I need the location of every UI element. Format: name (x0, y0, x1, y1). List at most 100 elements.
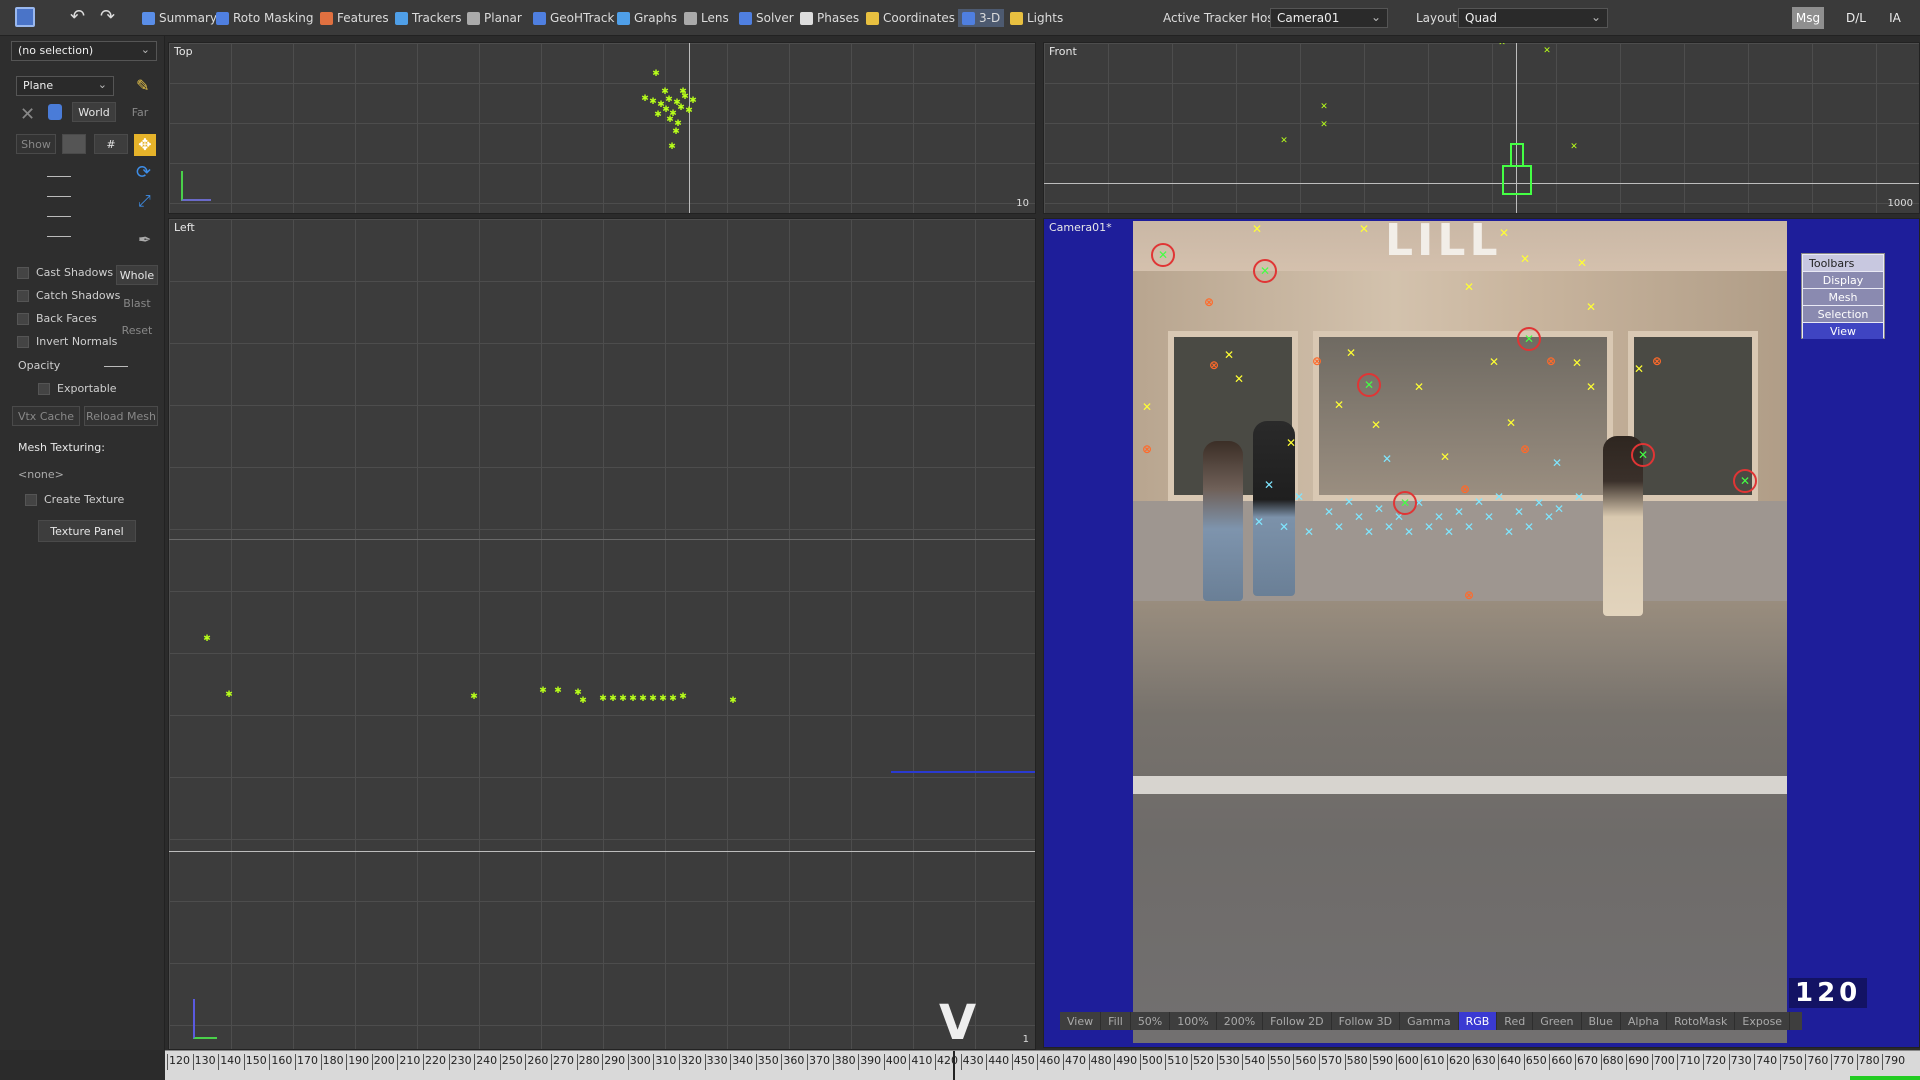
tracker-point[interactable]: ✱ (661, 88, 669, 97)
tracker-marker[interactable]: ✕ (1571, 357, 1583, 369)
tracker-marker[interactable]: ✕ (1463, 281, 1475, 293)
tracker-marker[interactable]: ✕ (1473, 496, 1485, 508)
primitive-select[interactable]: Plane ⌄ (16, 76, 114, 96)
selection-select[interactable]: (no selection) ⌄ (11, 41, 157, 61)
tab-trackers[interactable]: Trackers (395, 9, 462, 27)
redo-icon[interactable]: ↷ (100, 6, 115, 27)
save-icon[interactable] (15, 7, 35, 27)
layout-select[interactable]: Quad ⌄ (1458, 8, 1608, 28)
tab-summary[interactable]: Summary (142, 9, 217, 27)
tracker-marker[interactable]: ✕ (1253, 516, 1265, 528)
view-option-gamma[interactable]: Gamma (1400, 1012, 1459, 1030)
delete-icon[interactable]: ✕ (20, 104, 35, 125)
tracker-marker[interactable]: ✕ (1381, 453, 1393, 465)
tab-solver[interactable]: Solver (739, 9, 794, 27)
tracker-marker[interactable]: ✕ (1439, 451, 1451, 463)
tracker-point[interactable]: ✱ (641, 95, 649, 104)
tracker-marker[interactable]: ✕ (1373, 503, 1385, 515)
tracker-point[interactable]: ✱ (679, 88, 687, 97)
view-option-follow-3d[interactable]: Follow 3D (1332, 1012, 1401, 1030)
tracker-marker[interactable]: ✕ (1551, 457, 1563, 469)
tracker-marker[interactable]: ✕ (1463, 521, 1475, 533)
view-option-100-[interactable]: 100% (1170, 1012, 1217, 1030)
color-swatch[interactable] (62, 134, 86, 154)
tracker-marker[interactable]: ✕ (1157, 249, 1169, 261)
tracker-point[interactable]: ✱ (639, 695, 647, 704)
tracker-marker[interactable]: ⊗ (1459, 483, 1471, 495)
tracker-marker[interactable]: ✕ (1519, 253, 1531, 265)
tab-features[interactable]: Features (320, 9, 389, 27)
create-texture-checkbox[interactable] (25, 494, 37, 506)
tab-geohtrack[interactable]: GeoHTrack (533, 9, 614, 27)
tracker-point[interactable]: ✱ (649, 98, 657, 107)
tracker-marker[interactable]: ✕ (1353, 511, 1365, 523)
tracker-marker[interactable]: ⊗ (1208, 359, 1220, 371)
timeline[interactable]: 120 130 140 150 160 170 180 190 200 210 220 230 240 2… (165, 1050, 1920, 1080)
tab-phases[interactable]: Phases (800, 9, 859, 27)
dash-field[interactable] (47, 216, 71, 217)
catch-shadows-checkbox[interactable] (17, 290, 29, 302)
whole-button[interactable]: Whole (116, 265, 158, 285)
tracker-marker[interactable]: ✕ (1637, 449, 1649, 461)
tracker-marker[interactable]: ✕ (1585, 381, 1597, 393)
tracker-point[interactable]: ✱ (619, 695, 627, 704)
tracker-marker[interactable]: ✕ (1493, 491, 1505, 503)
tracker-point[interactable]: ✱ (203, 635, 211, 644)
texture-panel-button[interactable]: Texture Panel (38, 520, 136, 542)
tracker-point[interactable]: ✱ (689, 97, 697, 106)
view-option-red[interactable]: Red (1497, 1012, 1534, 1030)
display-toolbar-button[interactable]: Display (1803, 272, 1883, 288)
tracker-point[interactable]: ✕ (1543, 47, 1551, 56)
tracker-marker[interactable]: ✕ (1383, 521, 1395, 533)
reset-button[interactable]: Reset (116, 320, 158, 340)
lock-icon[interactable] (48, 104, 62, 120)
tracker-point[interactable]: ✱ (649, 695, 657, 704)
dash-field[interactable] (47, 176, 71, 177)
tracker-marker[interactable]: ✕ (1223, 349, 1235, 361)
tracker-marker[interactable]: ✕ (1278, 521, 1290, 533)
tracker-marker[interactable]: ✕ (1399, 497, 1411, 509)
exportable-checkbox[interactable] (38, 383, 50, 395)
tracker-marker[interactable]: ✕ (1413, 381, 1425, 393)
cast-shadows-checkbox[interactable] (17, 267, 29, 279)
scale-icon[interactable]: ⤢ (138, 191, 151, 211)
tracker-marker[interactable]: ✕ (1323, 506, 1335, 518)
view-option-expose[interactable]: Expose (1735, 1012, 1791, 1030)
tracker-point[interactable]: ✱ (609, 695, 617, 704)
tracker-marker[interactable]: ✕ (1739, 475, 1751, 487)
world-button[interactable]: World (72, 102, 116, 122)
tracker-point[interactable]: ✱ (539, 687, 547, 696)
view-option-200-[interactable]: 200% (1217, 1012, 1264, 1030)
tracker-marker[interactable]: ✕ (1453, 506, 1465, 518)
tracker-marker[interactable]: ⊗ (1519, 443, 1531, 455)
camera-viewport[interactable]: Camera01* LILL ✕ ✕ ✕ ✕ ✕ ✕ ✕ ✕ ✕ ✕ ✕ ✕ ✕ ✕ ✕ ✕ ✕ ✕ ✕ ✕ ✕ ✕ ✕ ✕ ✕… (1043, 218, 1920, 1048)
tracker-point[interactable]: ✕ (1570, 143, 1578, 152)
dash-field[interactable] (47, 236, 71, 237)
playhead[interactable] (953, 1051, 955, 1080)
tracker-point[interactable]: ✱ (659, 695, 667, 704)
tab-lights[interactable]: Lights (1010, 9, 1063, 27)
tracker-marker[interactable]: ✕ (1553, 503, 1565, 515)
tracker-marker[interactable]: ✕ (1363, 526, 1375, 538)
tracker-marker[interactable]: ✕ (1363, 379, 1375, 391)
view-option-alpha[interactable]: Alpha (1621, 1012, 1668, 1030)
tracker-point[interactable]: ✱ (629, 695, 637, 704)
tracker-point[interactable]: ✱ (599, 695, 607, 704)
left-viewport[interactable]: Left 1 ✱ ✱ ✱ ✱ ✱ ✱ ✱ ✱ ✱ ✱ ✱ ✱ ✱ ✱ ✱ ✱ ✱ V (168, 218, 1036, 1050)
tracker-marker[interactable]: ✕ (1141, 401, 1153, 413)
tracker-marker[interactable]: ✕ (1585, 301, 1597, 313)
view-option-green[interactable]: Green (1533, 1012, 1582, 1030)
blast-button[interactable]: Blast (116, 293, 158, 313)
mesh-toolbar-button[interactable]: Mesh (1803, 289, 1883, 305)
opacity-field[interactable] (104, 366, 128, 367)
tracker-marker[interactable]: ✕ (1370, 419, 1382, 431)
tracker-point[interactable]: ✱ (579, 697, 587, 706)
reload-mesh-button[interactable]: Reload Mesh (84, 406, 158, 426)
far-button[interactable]: Far (124, 102, 156, 122)
tab-roto-masking[interactable]: Roto Masking (216, 9, 313, 27)
tracker-marker[interactable]: ✕ (1505, 417, 1517, 429)
hash-button[interactable]: # (94, 134, 128, 154)
back-faces-checkbox[interactable] (17, 313, 29, 325)
tracker-marker[interactable]: ✕ (1483, 511, 1495, 523)
vtx-cache-button[interactable]: Vtx Cache (12, 406, 80, 426)
